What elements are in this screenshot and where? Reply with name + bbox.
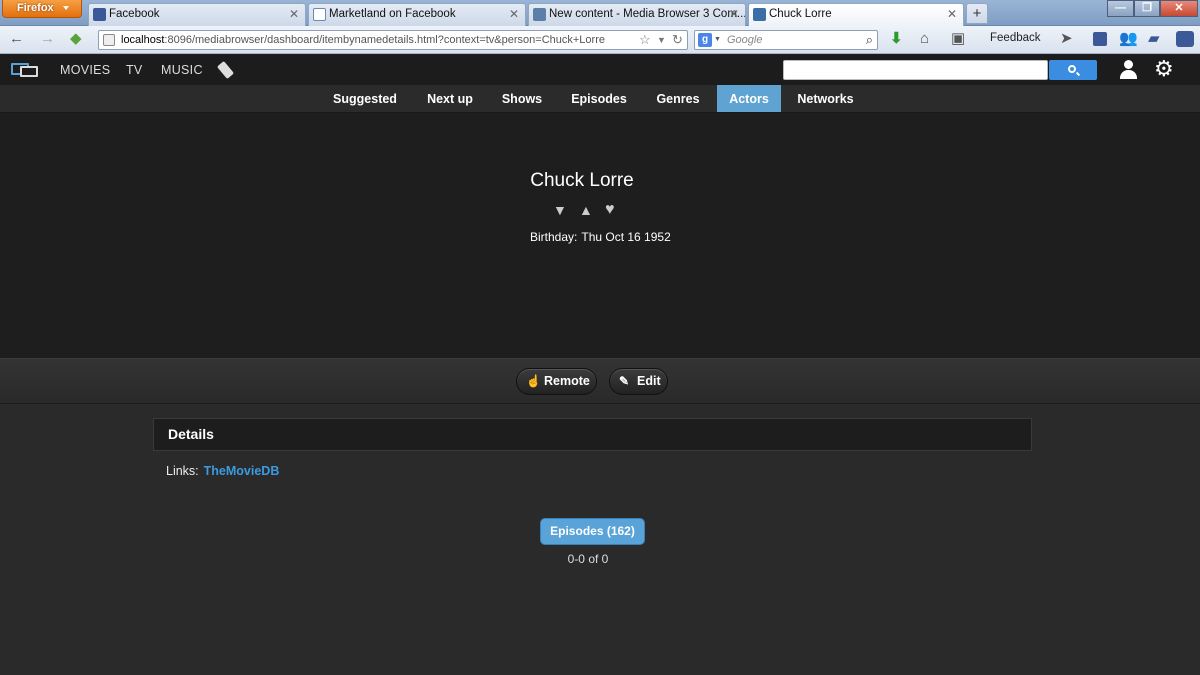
cart-icon xyxy=(313,8,326,21)
messages-icon[interactable]: ▰ xyxy=(1148,31,1160,47)
search-input[interactable] xyxy=(783,60,1048,80)
browser-tab-title: Marketland on Facebook xyxy=(329,8,456,20)
browser-tab-title: New content - Media Browser 3 Com... xyxy=(549,8,746,20)
media-browser-icon xyxy=(533,8,546,21)
facebook-toolbar-icon[interactable] xyxy=(1093,32,1107,46)
person-name: Chuck Lorre xyxy=(530,170,634,191)
browser-tab-marketland[interactable]: Marketland on Facebook ✕ xyxy=(308,3,526,26)
tab-genres[interactable]: Genres xyxy=(648,85,708,112)
home-icon[interactable]: ⌂ xyxy=(920,31,929,47)
nav-tv[interactable]: TV xyxy=(126,63,143,77)
media-browser-icon xyxy=(753,8,766,21)
notifications-icon[interactable] xyxy=(1176,31,1194,47)
feedback-button[interactable]: Feedback xyxy=(990,32,1041,44)
remote-button-label: Remote xyxy=(544,374,590,388)
close-icon[interactable]: ✕ xyxy=(289,4,299,25)
edit-button-label: Edit xyxy=(637,374,661,388)
minimize-icon[interactable]: — xyxy=(1107,0,1134,17)
restore-icon[interactable]: ❐ xyxy=(1134,0,1160,17)
search-button[interactable] xyxy=(1049,60,1097,80)
birthday: Birthday: Thu Oct 16 1952 xyxy=(530,230,671,244)
pencil-icon: ✎ xyxy=(619,374,630,388)
gear-icon[interactable]: ⚙ xyxy=(1154,58,1174,80)
tab-suggested[interactable]: Suggested xyxy=(324,85,406,112)
new-tab-button[interactable]: + xyxy=(966,3,988,24)
search-icon xyxy=(1068,65,1076,73)
google-icon[interactable]: g xyxy=(698,33,712,47)
link-themoviedb[interactable]: TheMovieDB xyxy=(204,464,280,478)
send-icon[interactable]: ➤ xyxy=(1060,31,1073,47)
browser-nav-bar: ← → ◆ localhost:8096/mediabrowser/dashbo… xyxy=(0,26,1200,54)
browser-tab-chuck-lorre[interactable]: Chuck Lorre ✕ xyxy=(748,3,964,27)
birthday-value: Thu Oct 16 1952 xyxy=(581,230,671,244)
remote-button[interactable]: ☝ Remote xyxy=(516,368,597,395)
download-icon[interactable]: ⬇ xyxy=(890,31,903,47)
browser-search-bar[interactable]: g ▼ Google ⌕ xyxy=(694,30,878,50)
person-hero: Chuck Lorre ▼ ▲ ♥ Birthday: Thu Oct 16 19… xyxy=(0,113,1200,358)
dropdown-arrow-icon[interactable]: ▼ xyxy=(714,36,721,43)
bookmarks-icon[interactable]: ▣ xyxy=(951,31,965,47)
sub-navigation: Suggested Next up Shows Episodes Genres … xyxy=(0,85,1200,113)
birthday-label: Birthday: xyxy=(530,230,578,244)
firefox-menu-label: Firefox xyxy=(17,2,54,14)
addon-green-icon[interactable]: ◆ xyxy=(70,31,82,47)
close-icon[interactable]: ✕ xyxy=(509,4,519,25)
heart-icon[interactable]: ♥ xyxy=(605,202,615,218)
url-text: localhost:8096/mediabrowser/dashboard/it… xyxy=(121,34,605,46)
thumbs-up-icon[interactable]: ▲ xyxy=(579,202,593,218)
user-icon[interactable] xyxy=(1119,60,1137,79)
tab-next-up[interactable]: Next up xyxy=(416,85,484,112)
browser-tab-media-browser-community[interactable]: New content - Media Browser 3 Com... ✕ xyxy=(528,3,746,26)
bookmark-star-icon[interactable]: ☆ xyxy=(639,32,651,48)
browser-tab-facebook[interactable]: Facebook ✕ xyxy=(88,3,306,26)
links-row: Links: TheMovieDB xyxy=(166,464,279,478)
action-bar: ☝ Remote ✎ Edit xyxy=(0,358,1200,404)
reload-icon[interactable]: ↻ xyxy=(672,32,683,48)
browser-tab-bar: Firefox Facebook ✕ Marketland on Faceboo… xyxy=(0,0,1200,27)
site-identity-icon[interactable] xyxy=(103,34,115,46)
dropdown-arrow-icon[interactable]: ▼ xyxy=(657,35,666,45)
url-host: localhost xyxy=(121,34,165,46)
browser-search-placeholder: Google xyxy=(727,34,763,46)
details-heading: Details xyxy=(153,418,1032,451)
episodes-button[interactable]: Episodes (162) xyxy=(540,518,645,545)
links-label: Links: xyxy=(166,464,199,478)
browser-tab-title: Chuck Lorre xyxy=(769,8,832,20)
nav-movies[interactable]: MOVIES xyxy=(60,63,110,77)
tab-episodes[interactable]: Episodes xyxy=(560,85,638,112)
close-icon[interactable]: ✕ xyxy=(729,4,739,25)
chevron-down-icon xyxy=(63,6,69,10)
edit-button[interactable]: ✎ Edit xyxy=(609,368,668,395)
url-path: :8096/mediabrowser/dashboard/itembynamed… xyxy=(164,34,605,46)
thumbs-down-icon[interactable]: ▼ xyxy=(553,202,567,218)
browser-tab-title: Facebook xyxy=(109,8,160,20)
pager-text: 0-0 of 0 xyxy=(567,552,609,566)
forward-arrow-icon[interactable]: → xyxy=(40,31,55,47)
media-browser-logo-icon[interactable] xyxy=(11,63,39,77)
tab-actors[interactable]: Actors xyxy=(717,85,781,112)
firefox-menu-button[interactable]: Firefox xyxy=(2,0,82,18)
window-close-icon[interactable]: ✕ xyxy=(1160,0,1198,17)
hand-pointer-icon: ☝ xyxy=(526,374,541,388)
tab-shows[interactable]: Shows xyxy=(494,85,550,112)
nav-music[interactable]: MUSIC xyxy=(161,63,203,77)
close-icon[interactable]: ✕ xyxy=(947,4,957,25)
tab-networks[interactable]: Networks xyxy=(788,85,863,112)
friends-icon[interactable]: 👥 xyxy=(1119,31,1138,47)
facebook-icon xyxy=(93,8,106,21)
search-icon[interactable]: ⌕ xyxy=(866,32,873,48)
url-bar[interactable]: localhost:8096/mediabrowser/dashboard/it… xyxy=(98,30,688,50)
back-arrow-icon[interactable]: ← xyxy=(9,31,24,47)
